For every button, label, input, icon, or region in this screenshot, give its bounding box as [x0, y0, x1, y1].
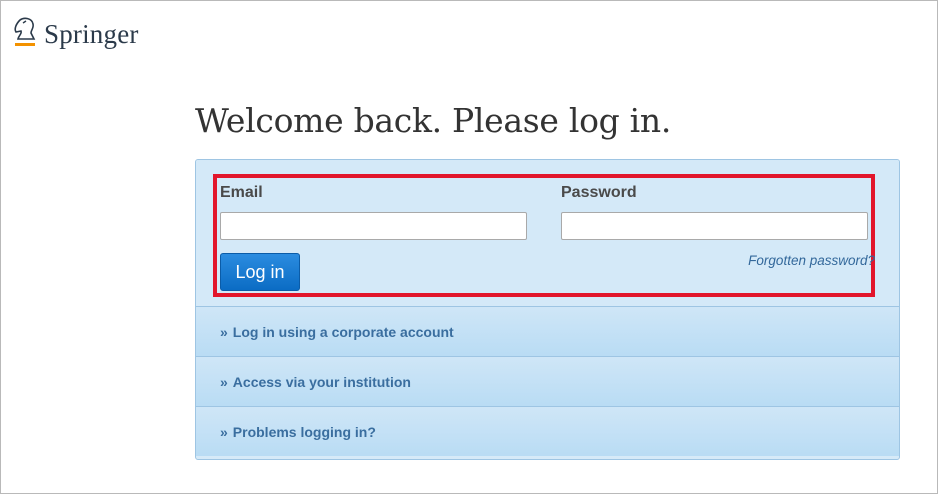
link-label: Problems logging in? — [232, 423, 376, 440]
institution-access-link[interactable]: » Access via your institution — [196, 356, 899, 406]
password-label: Password — [561, 184, 637, 201]
login-panel: Email Password Log in Forgotten password… — [195, 159, 900, 460]
page-frame: Springer Welcome back. Please log in. Em… — [0, 0, 938, 494]
raquo-icon: » — [220, 373, 228, 390]
springer-logo[interactable]: Springer — [10, 15, 139, 51]
springer-horse-icon — [10, 15, 40, 51]
login-button[interactable]: Log in — [220, 253, 300, 291]
brand-name: Springer — [44, 18, 139, 49]
email-label: Email — [220, 184, 263, 201]
login-form: Email Password Log in Forgotten password… — [196, 160, 899, 306]
forgot-password-link[interactable]: Forgotten password? — [748, 253, 875, 268]
login-options: » Log in using a corporate account » Acc… — [196, 306, 899, 456]
page-title: Welcome back. Please log in. — [195, 101, 672, 140]
email-field[interactable] — [220, 212, 527, 240]
link-label: Access via your institution — [232, 373, 411, 390]
problems-logging-in-link[interactable]: » Problems logging in? — [196, 406, 899, 456]
password-field[interactable] — [561, 212, 868, 240]
raquo-icon: » — [220, 323, 228, 340]
corporate-login-link[interactable]: » Log in using a corporate account — [196, 306, 899, 356]
raquo-icon: » — [220, 423, 228, 440]
link-label: Log in using a corporate account — [232, 323, 454, 340]
